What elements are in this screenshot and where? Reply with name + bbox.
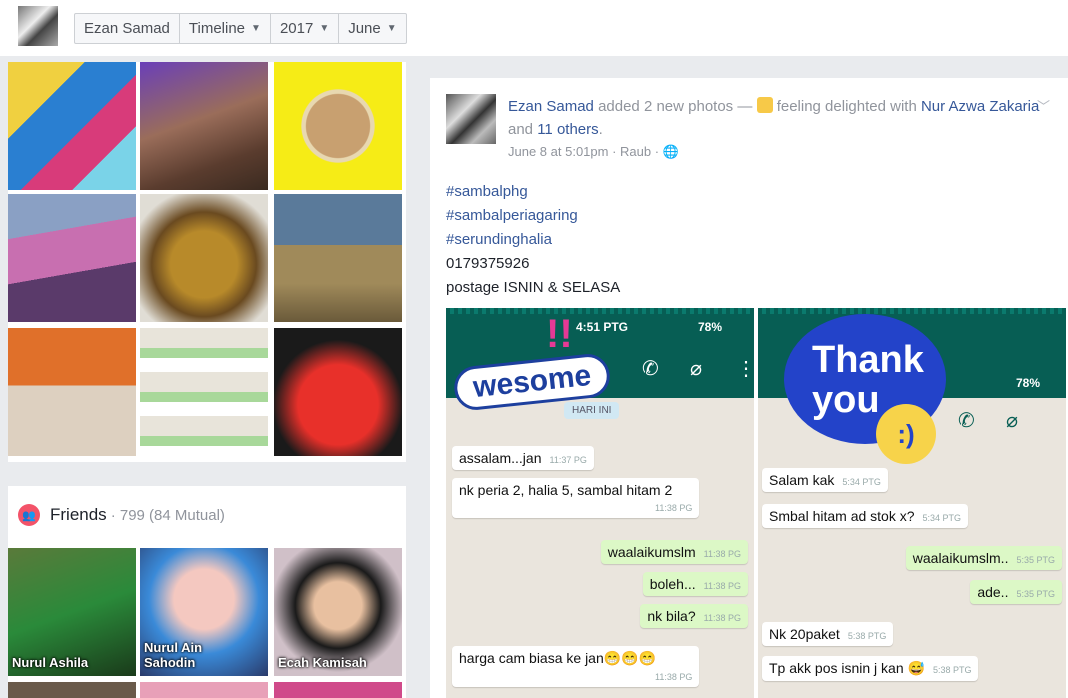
date-chip: HARI INI (564, 402, 620, 419)
crumb-label: June (348, 20, 381, 37)
post-header: Ezan Samad added 2 new photos — feeling … (508, 97, 1040, 138)
photo-tile[interactable] (140, 62, 268, 190)
breadcrumb: Ezan Samad Timeline ▼ 2017 ▼ June ▼ (74, 13, 407, 44)
phone-number: 0179375926 (446, 255, 530, 272)
friend-name: Nurul Ashila (12, 655, 89, 670)
tagged-others[interactable]: 11 others (537, 121, 598, 138)
author-avatar[interactable] (446, 94, 496, 144)
smiley-icon: :) (876, 404, 936, 464)
friends-header[interactable]: 👥 Friends · 799 (84 Mutual) (18, 504, 225, 526)
photo-tile[interactable] (140, 328, 268, 456)
chat-bubble: waalaikumslm.. 5:35 PTG (905, 546, 1062, 570)
sticker-line: Thank (812, 339, 924, 381)
hashtag-link[interactable]: #sambalperiagaring (446, 204, 620, 228)
crumb-label: Ezan Samad (84, 20, 170, 37)
photo-tile[interactable] (274, 62, 402, 190)
photo-tile[interactable] (8, 328, 136, 456)
chat-bubble: harga cam biasa ke jan😁😁😁 11:38 PG (452, 646, 700, 687)
photo-border (758, 308, 1066, 314)
timeline-post: Ezan Samad added 2 new photos — feeling … (430, 78, 1068, 698)
attach-icon: ⌀ (1006, 410, 1019, 432)
photo-tile[interactable] (8, 62, 136, 190)
attach-icon: ⌀ (690, 358, 703, 380)
post-photo[interactable]: 4:51 PTG 78% ✆ ⌀ ⋮ !! wesome HARI INI as… (446, 308, 754, 698)
menu-icon: ⋮ (736, 358, 754, 380)
post-date[interactable]: June 8 at 5:01pm (508, 144, 608, 159)
crumb-month[interactable]: June ▼ (339, 14, 405, 43)
post-meta: June 8 at 5:01pm · Raub · 🌐 (508, 144, 679, 159)
photo-tile[interactable] (8, 194, 136, 322)
post-feeling: feeling delighted with (776, 98, 917, 115)
profile-avatar[interactable] (18, 6, 58, 46)
friend-tile[interactable]: Nurul Ashila (8, 548, 136, 676)
crumb-label: Timeline (188, 20, 246, 37)
post-photo[interactable]: 78% ✆ ⌀ Thank you :) Salam kak 5:34 PTG S… (758, 308, 1066, 698)
friend-tile[interactable] (8, 682, 136, 698)
photo-border (446, 308, 754, 314)
status-time: 4:51 PTG (576, 320, 629, 334)
post-action: added 2 new photos — (598, 98, 753, 115)
chat-bubble: waalaikumslm 11:38 PG (600, 540, 748, 564)
hashtag-link[interactable]: #serundinghalia (446, 228, 620, 252)
author-name[interactable]: Ezan Samad (508, 98, 594, 115)
feeling-emoji-icon (756, 97, 773, 113)
caret-down-icon: ▼ (386, 23, 397, 34)
caret-down-icon: ▼ (251, 23, 261, 34)
battery-level: 78% (698, 320, 723, 334)
post-line: postage ISNIN & SELASA (446, 279, 621, 296)
crumb-label: 2017 (279, 20, 314, 37)
crumb-year[interactable]: 2017 ▼ (271, 14, 340, 43)
globe-icon: 🌐 (662, 144, 679, 159)
tagged-friend[interactable]: Nur Azwa Zakaria (921, 98, 1039, 115)
chat-bubble: assalam...jan 11:37 PG (452, 446, 594, 470)
chat-bubble: Nk 20paket 5:38 PTG (762, 622, 894, 646)
friend-tile[interactable] (140, 682, 268, 698)
chat-bubble: nk peria 2, halia 5, sambal hitam 2 11:38… (452, 478, 700, 518)
chat-bubble: Tp akk pos isnin j kan 😅 5:38 PTG (762, 656, 979, 681)
post-text: #sambalphg #sambalperiagaring #serunding… (446, 180, 620, 300)
friend-tile[interactable]: Ecah Kamisah (274, 548, 402, 676)
caret-down-icon: ▼ (319, 23, 330, 34)
chat-bubble: ade.. 5:35 PTG (970, 580, 1062, 604)
sticker-exclaim: !! (546, 312, 573, 356)
hashtag-link[interactable]: #sambalphg (446, 180, 620, 204)
friends-title: Friends (50, 505, 107, 524)
chat-bubble: nk bila? 11:38 PG (640, 604, 748, 628)
friend-tile[interactable]: Nurul Ain Sahodin (140, 548, 268, 676)
chat-bubble: boleh... 11:38 PG (642, 572, 748, 596)
crumb-profile-name[interactable]: Ezan Samad (75, 14, 180, 43)
friends-count: · 799 (84 Mutual) (110, 506, 225, 524)
friends-icon: 👥 (18, 504, 40, 526)
battery-level: 78% (1016, 376, 1041, 390)
friend-name: Nurul Ain Sahodin (144, 640, 203, 670)
photo-tile[interactable] (140, 194, 268, 322)
crumb-timeline[interactable]: Timeline ▼ (180, 14, 271, 43)
friend-name: Ecah Kamisah (278, 655, 367, 670)
post-location[interactable]: Raub (620, 144, 651, 159)
photo-tile[interactable] (274, 194, 402, 322)
chat-bubble: Smbal hitam ad stok x? 5:34 PTG (762, 504, 969, 528)
chat-bubble: Salam kak 5:34 PTG (762, 468, 888, 492)
and-text: and (508, 121, 534, 138)
photos-grid (8, 62, 406, 462)
timeline-header: Ezan Samad Timeline ▼ 2017 ▼ June ▼ (0, 0, 1068, 56)
friend-tile[interactable] (274, 682, 402, 698)
chevron-down-icon[interactable]: ﹀ (1037, 96, 1050, 115)
phone-icon: ✆ (642, 358, 659, 380)
photo-tile[interactable] (274, 328, 402, 456)
phone-icon: ✆ (958, 410, 975, 432)
